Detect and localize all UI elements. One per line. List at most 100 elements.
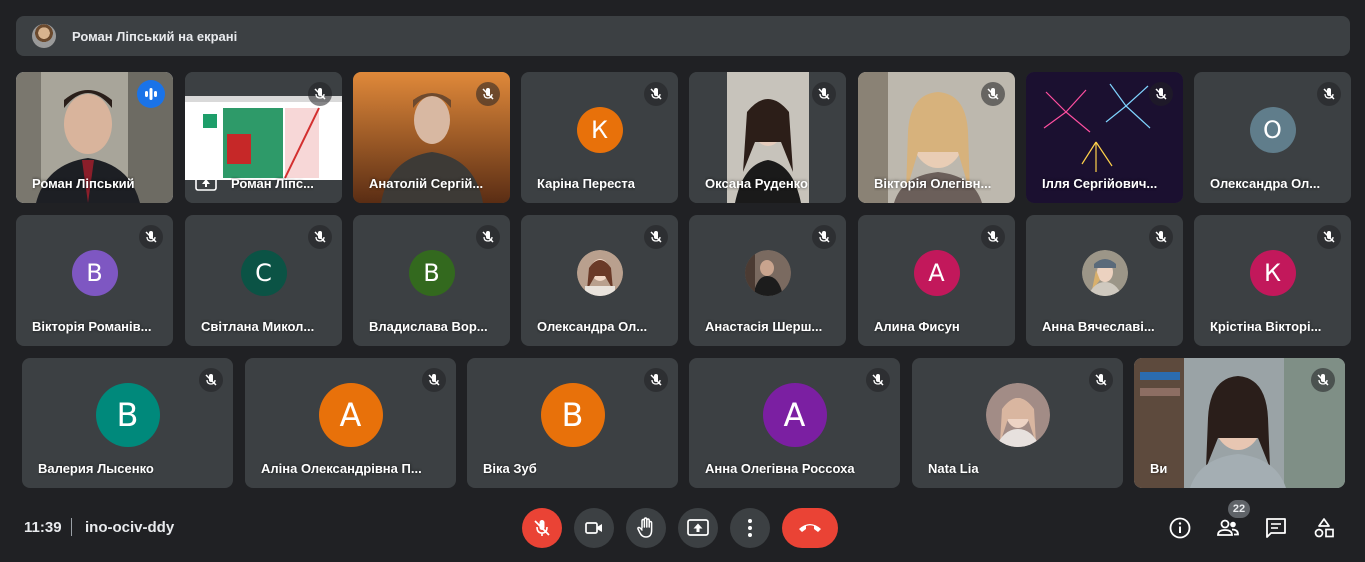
camera-toggle-button[interactable] xyxy=(574,508,614,548)
mic-off-icon xyxy=(476,82,500,106)
mic-off-icon xyxy=(981,225,1005,249)
mic-off-icon xyxy=(1317,82,1341,106)
participant-name: Світлана Микол... xyxy=(201,319,315,334)
leave-call-button[interactable] xyxy=(782,508,838,548)
participant-name: Вікторія Романів... xyxy=(32,319,152,334)
bottom-bar: 11:39 ino-ociv-ddy 22 xyxy=(0,496,1365,562)
mic-off-icon xyxy=(1311,368,1335,392)
people-icon xyxy=(1217,519,1239,536)
participant-tile[interactable]: К Крістіна Вікторі... xyxy=(1194,215,1351,346)
participant-name: Крістіна Вікторі... xyxy=(1210,319,1322,334)
participant-tile[interactable]: Оксана Руденко xyxy=(689,72,846,203)
participant-tile[interactable]: О Олександра Ол... xyxy=(1194,72,1351,203)
mic-off-icon xyxy=(866,368,890,392)
participant-tile[interactable]: А Анна Олегівна Россоха xyxy=(689,358,900,488)
present-screen-icon xyxy=(195,175,217,191)
mic-off-icon xyxy=(644,368,668,392)
participant-avatar xyxy=(744,249,791,296)
mic-off-icon xyxy=(1149,225,1173,249)
participant-avatar: В xyxy=(540,383,605,447)
mic-off-icon xyxy=(1149,82,1173,106)
mic-toggle-button[interactable] xyxy=(522,508,562,548)
participant-name: Олександра Ол... xyxy=(537,319,648,334)
present-screen-icon xyxy=(687,519,709,536)
participant-avatar xyxy=(576,249,623,296)
participant-avatar: А xyxy=(318,383,383,447)
more-vert-icon xyxy=(748,519,752,537)
participant-tile[interactable]: Анна Вячеславі... xyxy=(1026,215,1183,346)
meeting-details-button[interactable] xyxy=(1160,508,1200,548)
participant-avatar: С xyxy=(240,249,287,296)
participant-tile[interactable]: В Вікторія Романів... xyxy=(16,215,173,346)
participant-name: Вікторія Олегівн... xyxy=(874,176,992,191)
mic-off-icon xyxy=(308,225,332,249)
participant-avatar xyxy=(985,383,1050,447)
participant-name: Ви xyxy=(1150,461,1168,476)
participant-tile[interactable]: Анатолій Сергій... xyxy=(353,72,510,203)
chat-icon xyxy=(1266,518,1286,538)
mic-off-icon xyxy=(199,368,223,392)
present-now-button[interactable] xyxy=(678,508,718,548)
participant-tile[interactable]: Ілля Сергійович... xyxy=(1026,72,1183,203)
activities-button[interactable] xyxy=(1304,508,1344,548)
raise-hand-icon xyxy=(637,517,653,538)
participant-name: Каріна Переста xyxy=(537,176,635,191)
participant-name: Анастасія Шерш... xyxy=(705,319,823,334)
participant-tile[interactable]: Анастасія Шерш... xyxy=(689,215,846,346)
info-icon xyxy=(1169,517,1191,539)
mic-off-icon xyxy=(644,82,668,106)
participant-tile[interactable]: В Владислава Вор... xyxy=(353,215,510,346)
chat-button[interactable] xyxy=(1256,508,1296,548)
participant-tile[interactable]: Роман Ліпс... xyxy=(185,72,342,203)
participant-name: Анна Вячеславі... xyxy=(1042,319,1155,334)
presentation-banner: Роман Ліпський на екрані xyxy=(16,16,1350,56)
banner-text: Роман Ліпський на екрані xyxy=(72,28,238,44)
participant-avatar: К xyxy=(1249,249,1296,296)
more-options-button[interactable] xyxy=(730,508,770,548)
mic-off-icon xyxy=(139,225,163,249)
presenter-avatar xyxy=(32,24,56,48)
participant-tile[interactable]: В Валерия Лысенко xyxy=(22,358,233,488)
mic-off-icon xyxy=(308,82,332,106)
speaking-indicator-icon xyxy=(137,80,165,108)
participant-tile[interactable]: А Алина Фисун xyxy=(858,215,1015,346)
mic-off-icon xyxy=(476,225,500,249)
participant-name: Владислава Вор... xyxy=(369,319,488,334)
participant-name: Аліна Олександрівна П... xyxy=(261,461,422,476)
participant-name: Віка Зуб xyxy=(483,461,537,476)
mic-off-icon xyxy=(1089,368,1113,392)
participant-tile[interactable]: Nata Lia xyxy=(912,358,1123,488)
participant-name: Анатолій Сергій... xyxy=(369,176,484,191)
participant-avatar: К xyxy=(576,106,623,153)
videocam-icon xyxy=(585,522,602,534)
self-view-tile[interactable]: Ви xyxy=(1134,358,1345,488)
participant-name: Алина Фисун xyxy=(874,319,960,334)
mic-off-icon xyxy=(1317,225,1341,249)
mic-off-icon xyxy=(981,82,1005,106)
participant-tile[interactable]: А Аліна Олександрівна П... xyxy=(245,358,456,488)
participant-avatar xyxy=(1081,249,1128,296)
participant-avatar: В xyxy=(408,249,455,296)
participant-name: Валерия Лысенко xyxy=(38,461,154,476)
current-time: 11:39 xyxy=(24,519,62,536)
participant-name: Анна Олегівна Россоха xyxy=(705,461,855,476)
participant-count-badge: 22 xyxy=(1228,500,1250,518)
participant-avatar: В xyxy=(71,249,118,296)
raise-hand-button[interactable] xyxy=(626,508,666,548)
call-end-icon xyxy=(799,524,821,532)
participant-avatar: А xyxy=(913,249,960,296)
participant-avatar: О xyxy=(1249,106,1296,153)
participant-tile[interactable]: Роман Ліпський xyxy=(16,72,173,203)
mic-off-icon xyxy=(812,82,836,106)
participant-name: Ілля Сергійович... xyxy=(1042,176,1158,191)
participant-tile[interactable]: Олександра Ол... xyxy=(521,215,678,346)
mic-off-icon xyxy=(644,225,668,249)
participant-avatar: А xyxy=(762,383,827,447)
participant-tile[interactable]: С Світлана Микол... xyxy=(185,215,342,346)
divider xyxy=(71,518,72,536)
meeting-code: ino-ociv-ddy xyxy=(85,519,175,536)
participant-tile[interactable]: В Віка Зуб xyxy=(467,358,678,488)
participant-name: Nata Lia xyxy=(928,461,979,476)
participant-tile[interactable]: К Каріна Переста xyxy=(521,72,678,203)
participant-tile[interactable]: Вікторія Олегівн... xyxy=(858,72,1015,203)
